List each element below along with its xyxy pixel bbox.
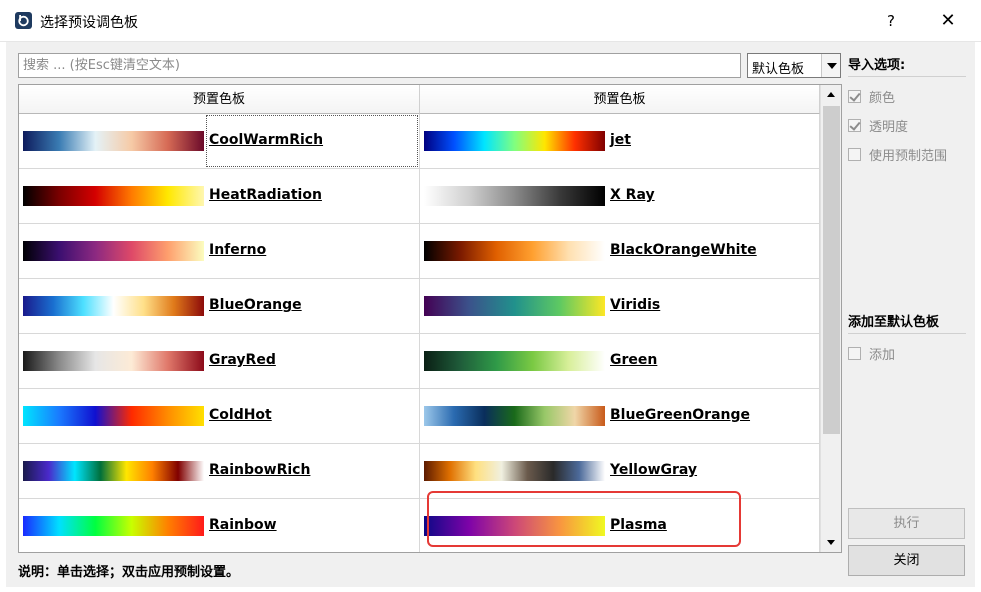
checkbox-color[interactable]: 颜色 (848, 87, 896, 106)
app-icon (15, 12, 32, 29)
palette-name[interactable]: jet (610, 132, 631, 148)
palette-cell[interactable]: CoolWarmRich (19, 114, 420, 169)
checkbox-preset-range[interactable]: 使用预制范围 (848, 145, 948, 164)
palette-name[interactable]: BlueOrange (209, 297, 302, 313)
palette-cell[interactable]: jet (420, 114, 820, 169)
palette-name[interactable]: Inferno (209, 242, 266, 258)
vertical-scrollbar[interactable] (820, 85, 841, 552)
import-options-title: 导入选项: (848, 58, 906, 73)
chevron-down-icon[interactable] (821, 54, 840, 77)
palette-swatch (23, 351, 204, 371)
execute-button[interactable]: 执行 (848, 508, 965, 539)
divider (848, 76, 966, 77)
palette-swatch (424, 351, 605, 371)
palette-swatch (23, 406, 204, 426)
column-header-1[interactable]: 预置色板 (19, 85, 420, 114)
add-default-title: 添加至默认色板 (848, 315, 940, 330)
palette-swatch (424, 131, 605, 151)
palette-cell[interactable]: Plasma (420, 499, 820, 552)
palette-swatch (424, 516, 605, 536)
palette-name[interactable]: Green (610, 352, 657, 368)
palette-cell[interactable]: HeatRadiation (19, 169, 420, 224)
palette-swatch (424, 241, 605, 261)
palette-name[interactable]: Viridis (610, 297, 660, 313)
palette-name[interactable]: RainbowRich (209, 462, 310, 478)
palette-cell[interactable]: Viridis (420, 279, 820, 334)
palette-swatch (23, 241, 204, 261)
palette-swatch (424, 296, 605, 316)
palette-cell[interactable]: BlueOrange (19, 279, 420, 334)
palette-cell[interactable]: Inferno (19, 224, 420, 279)
scrollbar-thumb[interactable] (823, 106, 840, 434)
palette-cell[interactable]: Green (420, 334, 820, 389)
palette-name[interactable]: X Ray (610, 187, 655, 203)
focus-outline (206, 115, 418, 167)
checkbox-unchecked-icon (848, 346, 861, 360)
palette-name[interactable]: Plasma (610, 517, 667, 533)
search-input[interactable] (18, 53, 741, 78)
scroll-up-icon[interactable] (821, 85, 841, 105)
palette-swatch (23, 296, 204, 316)
title-bar: 选择预设调色板 ? ✕ (0, 0, 981, 42)
palette-swatch (23, 461, 204, 481)
checkbox-checked-icon (848, 118, 861, 132)
palette-set-dropdown[interactable]: 默认色板 (747, 53, 841, 78)
palette-cell[interactable]: ColdHot (19, 389, 420, 444)
palette-swatch (23, 516, 204, 536)
palette-cell[interactable]: X Ray (420, 169, 820, 224)
palette-set-selected: 默认色板 (752, 62, 805, 77)
usage-hint: 说明：单击选择；双击应用预制设置。 (18, 565, 240, 580)
options-panel: 导入选项: 颜色 透明度 使用预制范围 添加至默认色板 添加 执行 关闭 (848, 42, 968, 587)
palette-swatch (23, 131, 204, 151)
palette-rows: CoolWarmRich jet HeatRadiation X Ray Inferno… (19, 114, 820, 552)
palette-name[interactable]: ColdHot (209, 407, 272, 423)
window-title: 选择预设调色板 (40, 15, 138, 31)
palette-name[interactable]: HeatRadiation (209, 187, 322, 203)
palette-swatch (424, 461, 605, 481)
palette-cell[interactable]: BlueGreenOrange (420, 389, 820, 444)
palette-name[interactable]: BlueGreenOrange (610, 407, 750, 423)
checkbox-checked-icon (848, 89, 861, 103)
palette-swatch (424, 406, 605, 426)
dialog-body: 默认色板 预置色板 预置色板 CoolWarmRich jet HeatRadiat… (6, 42, 975, 587)
palette-name[interactable]: BlackOrangeWhite (610, 242, 757, 258)
palette-swatch (424, 186, 605, 206)
help-button[interactable]: ? (876, 9, 906, 33)
divider (848, 333, 966, 334)
checkbox-opacity[interactable]: 透明度 (848, 116, 909, 135)
scroll-down-icon[interactable] (821, 532, 841, 552)
checkbox-label: 添加 (869, 347, 896, 363)
checkbox-label: 透明度 (869, 119, 909, 135)
palette-grid: 预置色板 预置色板 CoolWarmRich jet HeatRadiation X … (18, 84, 842, 553)
palette-name[interactable]: Rainbow (209, 517, 277, 533)
checkbox-label: 使用预制范围 (869, 148, 948, 164)
close-window-button[interactable]: ✕ (933, 9, 963, 33)
palette-cell[interactable]: GrayRed (19, 334, 420, 389)
palette-cell[interactable]: YellowGray (420, 444, 820, 499)
palette-cell[interactable]: BlackOrangeWhite (420, 224, 820, 279)
palette-cell[interactable]: RainbowRich (19, 444, 420, 499)
checkbox-unchecked-icon (848, 147, 861, 161)
checkbox-label: 颜色 (869, 90, 896, 106)
palette-cell[interactable]: Rainbow (19, 499, 420, 552)
close-button[interactable]: 关闭 (848, 545, 965, 576)
checkbox-add[interactable]: 添加 (848, 344, 896, 363)
palette-swatch (23, 186, 204, 206)
palette-name[interactable]: YellowGray (610, 462, 697, 478)
palette-name[interactable]: GrayRed (209, 352, 276, 368)
grid-header: 预置色板 预置色板 (19, 85, 820, 114)
column-header-2[interactable]: 预置色板 (420, 85, 820, 114)
